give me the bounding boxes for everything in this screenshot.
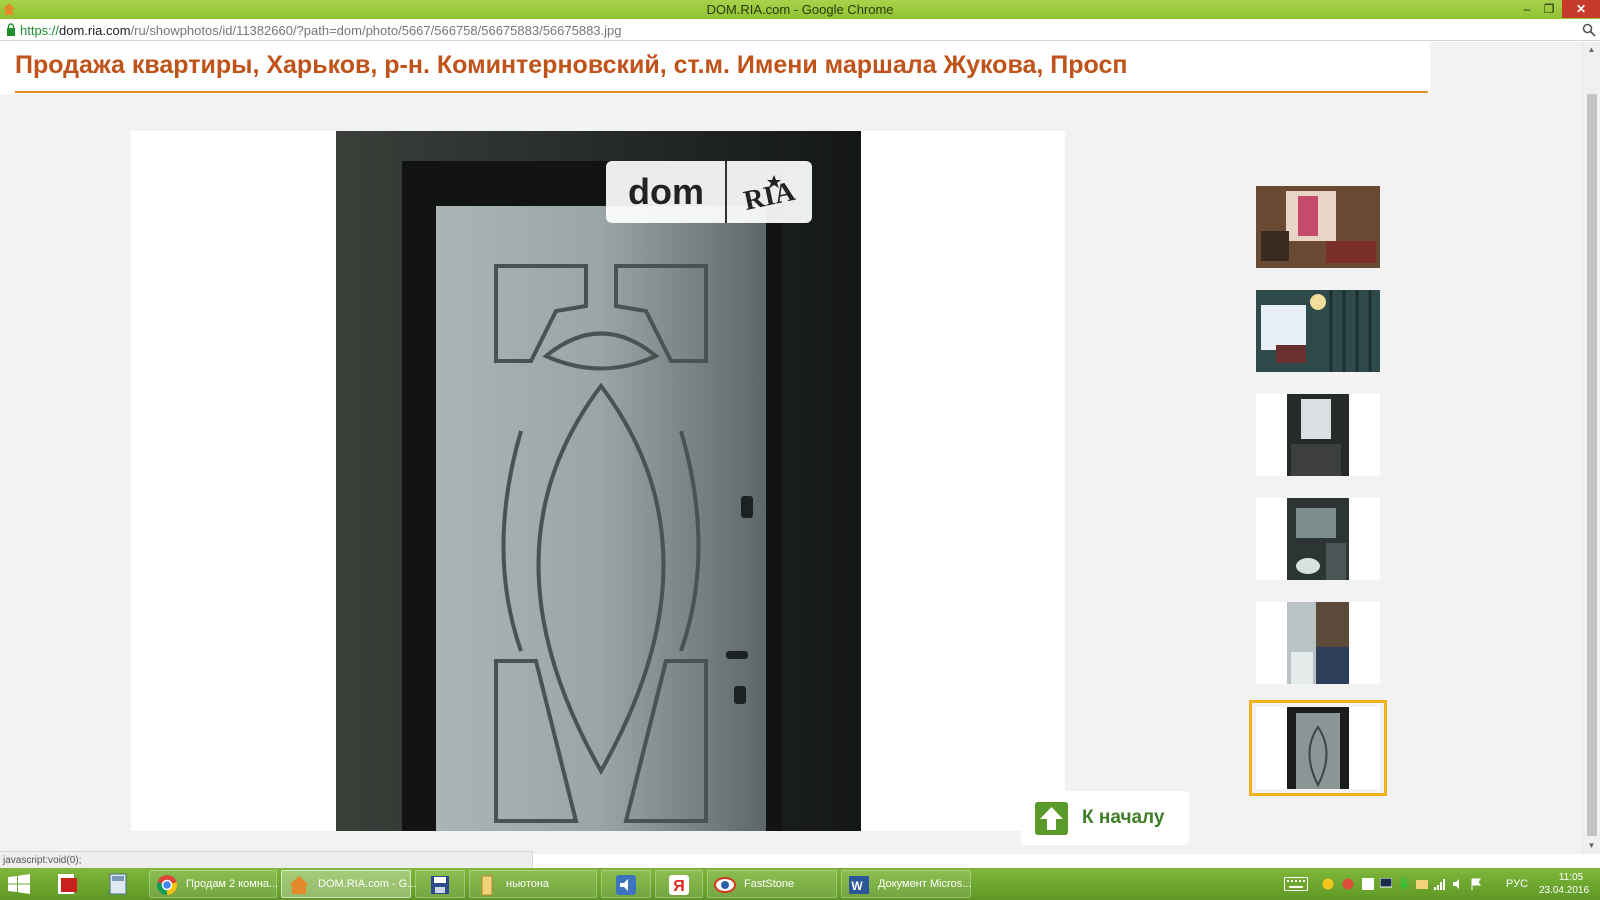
home-icon: [289, 876, 309, 894]
taskbar-item-floppy[interactable]: [415, 870, 465, 898]
magnifier-icon[interactable]: [1582, 23, 1596, 37]
window-titlebar: DOM.RIA.com - Google Chrome – ❐ ✕: [0, 0, 1600, 19]
taskbar-item-faststone[interactable]: FastStone: [707, 870, 837, 898]
thumbnail-room-with-window[interactable]: [1256, 186, 1380, 268]
close-button[interactable]: ✕: [1562, 0, 1600, 18]
address-bar[interactable]: https://dom.ria.com/ru/showphotos/id/113…: [0, 19, 1600, 41]
folder-tray-icon[interactable]: [1416, 878, 1428, 890]
taskbar-item-audio[interactable]: [601, 870, 651, 898]
taskbar-item-word[interactable]: W Документ Micros...: [841, 870, 971, 898]
taskbar-item-label: DOM.RIA.com - G...: [318, 878, 417, 890]
system-tray: [1318, 868, 1498, 900]
windows-taskbar: Продам 2 комна... DOM.RIA.com - G... нью…: [0, 868, 1600, 900]
thumbnail-front-door[interactable]: [1249, 700, 1387, 796]
maximize-button[interactable]: ❐: [1538, 0, 1560, 18]
back-to-top-button[interactable]: К началу: [1021, 791, 1189, 845]
chandelier-photo-thumb: [1256, 290, 1380, 372]
calculator-icon[interactable]: [106, 872, 130, 896]
taskbar-item-label: Продам 2 комна...: [186, 878, 279, 890]
smiley-tray-icon[interactable]: [1322, 878, 1334, 890]
palette-tray-icon[interactable]: [1342, 878, 1354, 890]
scroll-down-arrow-icon[interactable]: ▼: [1583, 838, 1600, 854]
clock-date[interactable]: 23.04.2016: [1536, 885, 1592, 896]
keyboard-icon[interactable]: [1284, 877, 1308, 891]
lock-icon: [7, 23, 15, 36]
vertical-scrollbar[interactable]: ▲ ▼: [1582, 42, 1600, 854]
taskbar-item-label: ньютона: [506, 878, 550, 890]
folder-icon: [481, 875, 493, 896]
link-status-bubble: javascript:void(0);: [0, 851, 533, 868]
pdf-reader-icon[interactable]: [55, 872, 79, 896]
clock-time[interactable]: 11:05: [1551, 872, 1591, 883]
thumbnail-kitchen[interactable]: [1256, 602, 1380, 684]
arrow-up-icon: [1035, 802, 1068, 835]
thumbnail-doorway-window[interactable]: [1256, 394, 1380, 476]
title-underline: [15, 91, 1428, 93]
windows-start-icon[interactable]: [8, 874, 30, 894]
download-arrow-icon[interactable]: [1398, 878, 1410, 890]
windows-tray-icon[interactable]: [1362, 878, 1374, 890]
taskbar-item-yandex[interactable]: Я: [655, 870, 703, 898]
word-icon: W: [849, 876, 869, 894]
svg-text:W: W: [851, 879, 863, 893]
watermark-dom: dom: [628, 171, 704, 212]
taskbar-item-chrome-2[interactable]: DOM.RIA.com - G...: [281, 870, 416, 898]
taskbar-item-chrome-1[interactable]: Продам 2 комна...: [149, 870, 279, 898]
url-text[interactable]: https://dom.ria.com/ru/showphotos/id/113…: [20, 23, 622, 38]
kitchen-photo-thumb: [1256, 602, 1380, 684]
taskbar-item-label: FastStone: [744, 878, 795, 890]
url-host: dom.ria.com: [59, 23, 131, 38]
language-indicator[interactable]: РУС: [1506, 878, 1528, 890]
thumbnail-room-with-chandelier[interactable]: [1256, 290, 1380, 372]
bathroom-photo-thumb: [1256, 498, 1380, 580]
page-viewport: Продажа квартиры, Харьков, р-н. Коминтер…: [0, 42, 1582, 854]
action-center-flag-icon[interactable]: [1470, 878, 1482, 890]
scroll-up-arrow-icon[interactable]: ▲: [1583, 42, 1600, 58]
speaker-app-icon: [616, 875, 636, 895]
doorway-photo-thumb: [1256, 394, 1380, 476]
thumbnail-bathroom[interactable]: [1256, 498, 1380, 580]
room-photo-thumb: [1256, 186, 1380, 268]
page-header: Продажа квартиры, Харьков, р-н. Коминтер…: [0, 42, 1430, 94]
taskbar-item-label: Документ Micros...: [878, 878, 972, 890]
network-signal-icon[interactable]: [1434, 878, 1446, 890]
main-photo[interactable]: dom RIA: [336, 131, 861, 831]
back-to-top-label: К началу: [1082, 807, 1165, 828]
monitor-tray-icon[interactable]: [1380, 878, 1392, 890]
faststone-icon: [714, 877, 736, 893]
chrome-icon: [157, 875, 177, 895]
volume-icon[interactable]: [1452, 878, 1464, 890]
taskbar-item-folder[interactable]: ньютона: [469, 870, 597, 898]
scrollbar-thumb[interactable]: [1587, 94, 1597, 836]
door-photo-thumb: [1256, 707, 1380, 789]
minimize-button[interactable]: –: [1516, 0, 1538, 18]
door-photo-image: dom RIA: [336, 131, 861, 831]
page-title: Продажа квартиры, Харьков, р-н. Коминтер…: [15, 51, 1128, 79]
floppy-icon: [431, 876, 449, 894]
url-scheme: https://: [20, 23, 60, 38]
svg-text:Я: Я: [673, 878, 685, 895]
url-path: /ru/showphotos/id/11382660/?path=dom/pho…: [130, 23, 622, 38]
yandex-icon: Я: [669, 875, 689, 895]
window-title: DOM.RIA.com - Google Chrome: [706, 2, 894, 17]
